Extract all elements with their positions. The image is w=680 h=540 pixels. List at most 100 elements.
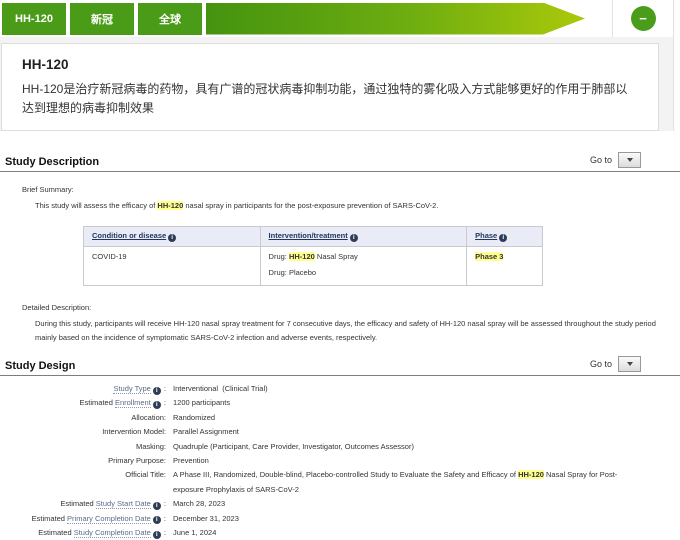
section-title-study-description: Study Description	[5, 156, 99, 168]
section-title-study-design: Study Design	[5, 360, 75, 372]
field-row-allocation: Allocation: Randomized	[0, 411, 680, 425]
study-design-fields: Study Typei : Interventional (Clinical T…	[0, 382, 680, 540]
label-colon: :	[162, 499, 166, 508]
banner-right-cell: −	[612, 0, 673, 37]
info-icon[interactable]: i	[153, 531, 161, 539]
info-icon[interactable]: i	[153, 401, 161, 409]
goto-label: Go to	[590, 155, 612, 165]
banner-tag-xinguan[interactable]: 新冠	[70, 3, 134, 35]
field-value: Parallel Assignment	[173, 425, 680, 439]
field-value: Randomized	[173, 411, 680, 425]
info-icon[interactable]: i	[153, 387, 161, 395]
banner-tag-hh120[interactable]: HH-120	[2, 3, 66, 35]
label-prefix: Estimated	[38, 528, 73, 537]
trial-content: Study Description Go to Brief Summary: T…	[0, 152, 680, 540]
chevron-down-icon	[627, 158, 633, 162]
field-value: June 1, 2024	[173, 526, 680, 540]
official-title-highlight: HH-120	[518, 470, 544, 479]
goto-dropdown-description[interactable]	[618, 152, 641, 168]
intro-card: HH-120 HH-120是治疗新冠病毒的药物，具有广谱的冠状病毒抑制功能，通过…	[1, 43, 659, 131]
phase-badge: Phase 3	[475, 252, 503, 261]
banner-arrow	[206, 3, 585, 35]
header-condition-label: Condition or disease	[92, 231, 166, 240]
intro-description: HH-120是治疗新冠病毒的药物，具有广谱的冠状病毒抑制功能，通过独特的雾化吸入…	[22, 80, 638, 118]
primary-completion-date-link[interactable]: Primary Completion Date	[67, 514, 151, 524]
label-prefix: Estimated	[80, 398, 115, 407]
brief-summary-text: This study will assess the efficacy of H…	[35, 199, 675, 213]
official-title-pre: A Phase III, Randomized, Double-blind, P…	[173, 470, 518, 479]
field-row-start-date: Estimated Study Start Datei : March 28, …	[0, 497, 680, 511]
header-phase-label: Phase	[475, 231, 497, 240]
drug1-pre: Drug:	[269, 252, 289, 261]
detailed-description-text: During this study, participants will rec…	[35, 317, 675, 344]
label-prefix: Estimated	[60, 499, 95, 508]
enrollment-link[interactable]: Enrollment	[115, 398, 151, 408]
study-start-date-link[interactable]: Study Start Date	[96, 499, 151, 509]
condition-table: Condition or diseasei Intervention/treat…	[83, 226, 543, 287]
field-row-study-completion-date: Estimated Study Completion Datei : June …	[0, 526, 680, 540]
field-label: Estimated Primary Completion Datei :	[0, 512, 166, 526]
drug1-highlight: HH-120	[289, 252, 315, 261]
goto-label: Go to	[590, 359, 612, 369]
table-row: COVID-19 Drug: HH-120 Nasal Spray Drug: …	[84, 247, 543, 286]
header-intervention: Intervention/treatmenti	[260, 226, 467, 247]
study-design-header: Study Design Go to	[0, 356, 680, 372]
field-value: 1200 participants	[173, 396, 680, 410]
cell-condition: COVID-19	[84, 247, 261, 286]
header-intervention-label: Intervention/treatment	[269, 231, 348, 240]
field-row-primary-completion-date: Estimated Primary Completion Datei : Dec…	[0, 512, 680, 526]
field-row-enrollment: Estimated Enrollmenti : 1200 participant…	[0, 396, 680, 410]
label-colon: :	[162, 384, 166, 393]
drug-line-1: Drug: HH-120 Nasal Spray	[269, 252, 459, 261]
info-icon[interactable]: i	[153, 502, 161, 510]
field-row-intervention-model: Intervention Model: Parallel Assignment	[0, 425, 680, 439]
header-phase: Phasei	[467, 226, 543, 247]
info-icon[interactable]: i	[350, 234, 358, 242]
study-description-header: Study Description Go to	[0, 152, 680, 168]
field-label: Intervention Model:	[0, 425, 166, 439]
brief-summary-label: Brief Summary:	[22, 185, 680, 194]
field-label: Estimated Enrollmenti :	[0, 396, 166, 410]
field-value: Interventional (Clinical Trial)	[173, 382, 680, 396]
study-completion-date-link[interactable]: Study Completion Date	[74, 528, 151, 538]
label-colon: :	[162, 514, 166, 523]
field-row-primary-purpose: Primary Purpose: Prevention	[0, 454, 680, 468]
field-value: December 31, 2023	[173, 512, 680, 526]
info-icon[interactable]: i	[168, 234, 176, 242]
banner-tag-quanqiu[interactable]: 全球	[138, 3, 202, 35]
field-label: Masking:	[0, 440, 166, 454]
field-row-study-type: Study Typei : Interventional (Clinical T…	[0, 382, 680, 396]
section-divider	[0, 375, 680, 376]
field-label: Primary Purpose:	[0, 454, 166, 468]
page: { "banner": { "tags": ["HH-120", "新冠", "…	[0, 0, 680, 531]
field-value: Prevention	[173, 454, 680, 468]
field-row-masking: Masking: Quadruple (Participant, Care Pr…	[0, 440, 680, 454]
label-colon: :	[162, 398, 166, 407]
header-condition: Condition or diseasei	[84, 226, 261, 247]
intro-title: HH-120	[22, 57, 638, 72]
goto-dropdown-design[interactable]	[618, 356, 641, 372]
field-value: A Phase III, Randomized, Double-blind, P…	[173, 468, 631, 497]
field-value: Quadruple (Participant, Care Provider, I…	[173, 440, 680, 454]
field-row-official-title: Official Title: A Phase III, Randomized,…	[0, 468, 680, 497]
goto-control-design: Go to	[590, 356, 641, 372]
field-label: Study Typei :	[0, 382, 166, 396]
field-label: Estimated Study Completion Datei :	[0, 526, 166, 540]
cell-intervention: Drug: HH-120 Nasal Spray Drug: Placebo	[260, 247, 467, 286]
field-value: March 28, 2023	[173, 497, 680, 511]
brief-summary-pre: This study will assess the efficacy of	[35, 201, 157, 210]
info-icon[interactable]: i	[153, 516, 161, 524]
banner-bar: HH-120 新冠 全球 −	[0, 0, 673, 37]
section-divider	[0, 171, 680, 172]
label-colon: :	[162, 528, 166, 537]
study-type-link[interactable]: Study Type	[113, 384, 150, 394]
info-icon[interactable]: i	[499, 234, 507, 242]
intro-card-wrap: HH-120 HH-120是治疗新冠病毒的药物，具有广谱的冠状病毒抑制功能，通过…	[0, 37, 673, 131]
brief-summary-highlight: HH-120	[157, 201, 183, 210]
field-label: Allocation:	[0, 411, 166, 425]
drug-line-2: Drug: Placebo	[269, 268, 459, 277]
collapse-button[interactable]: −	[631, 6, 656, 31]
condition-table-header-row: Condition or diseasei Intervention/treat…	[84, 226, 543, 247]
goto-control-description: Go to	[590, 152, 641, 168]
cell-phase: Phase 3	[467, 247, 543, 286]
